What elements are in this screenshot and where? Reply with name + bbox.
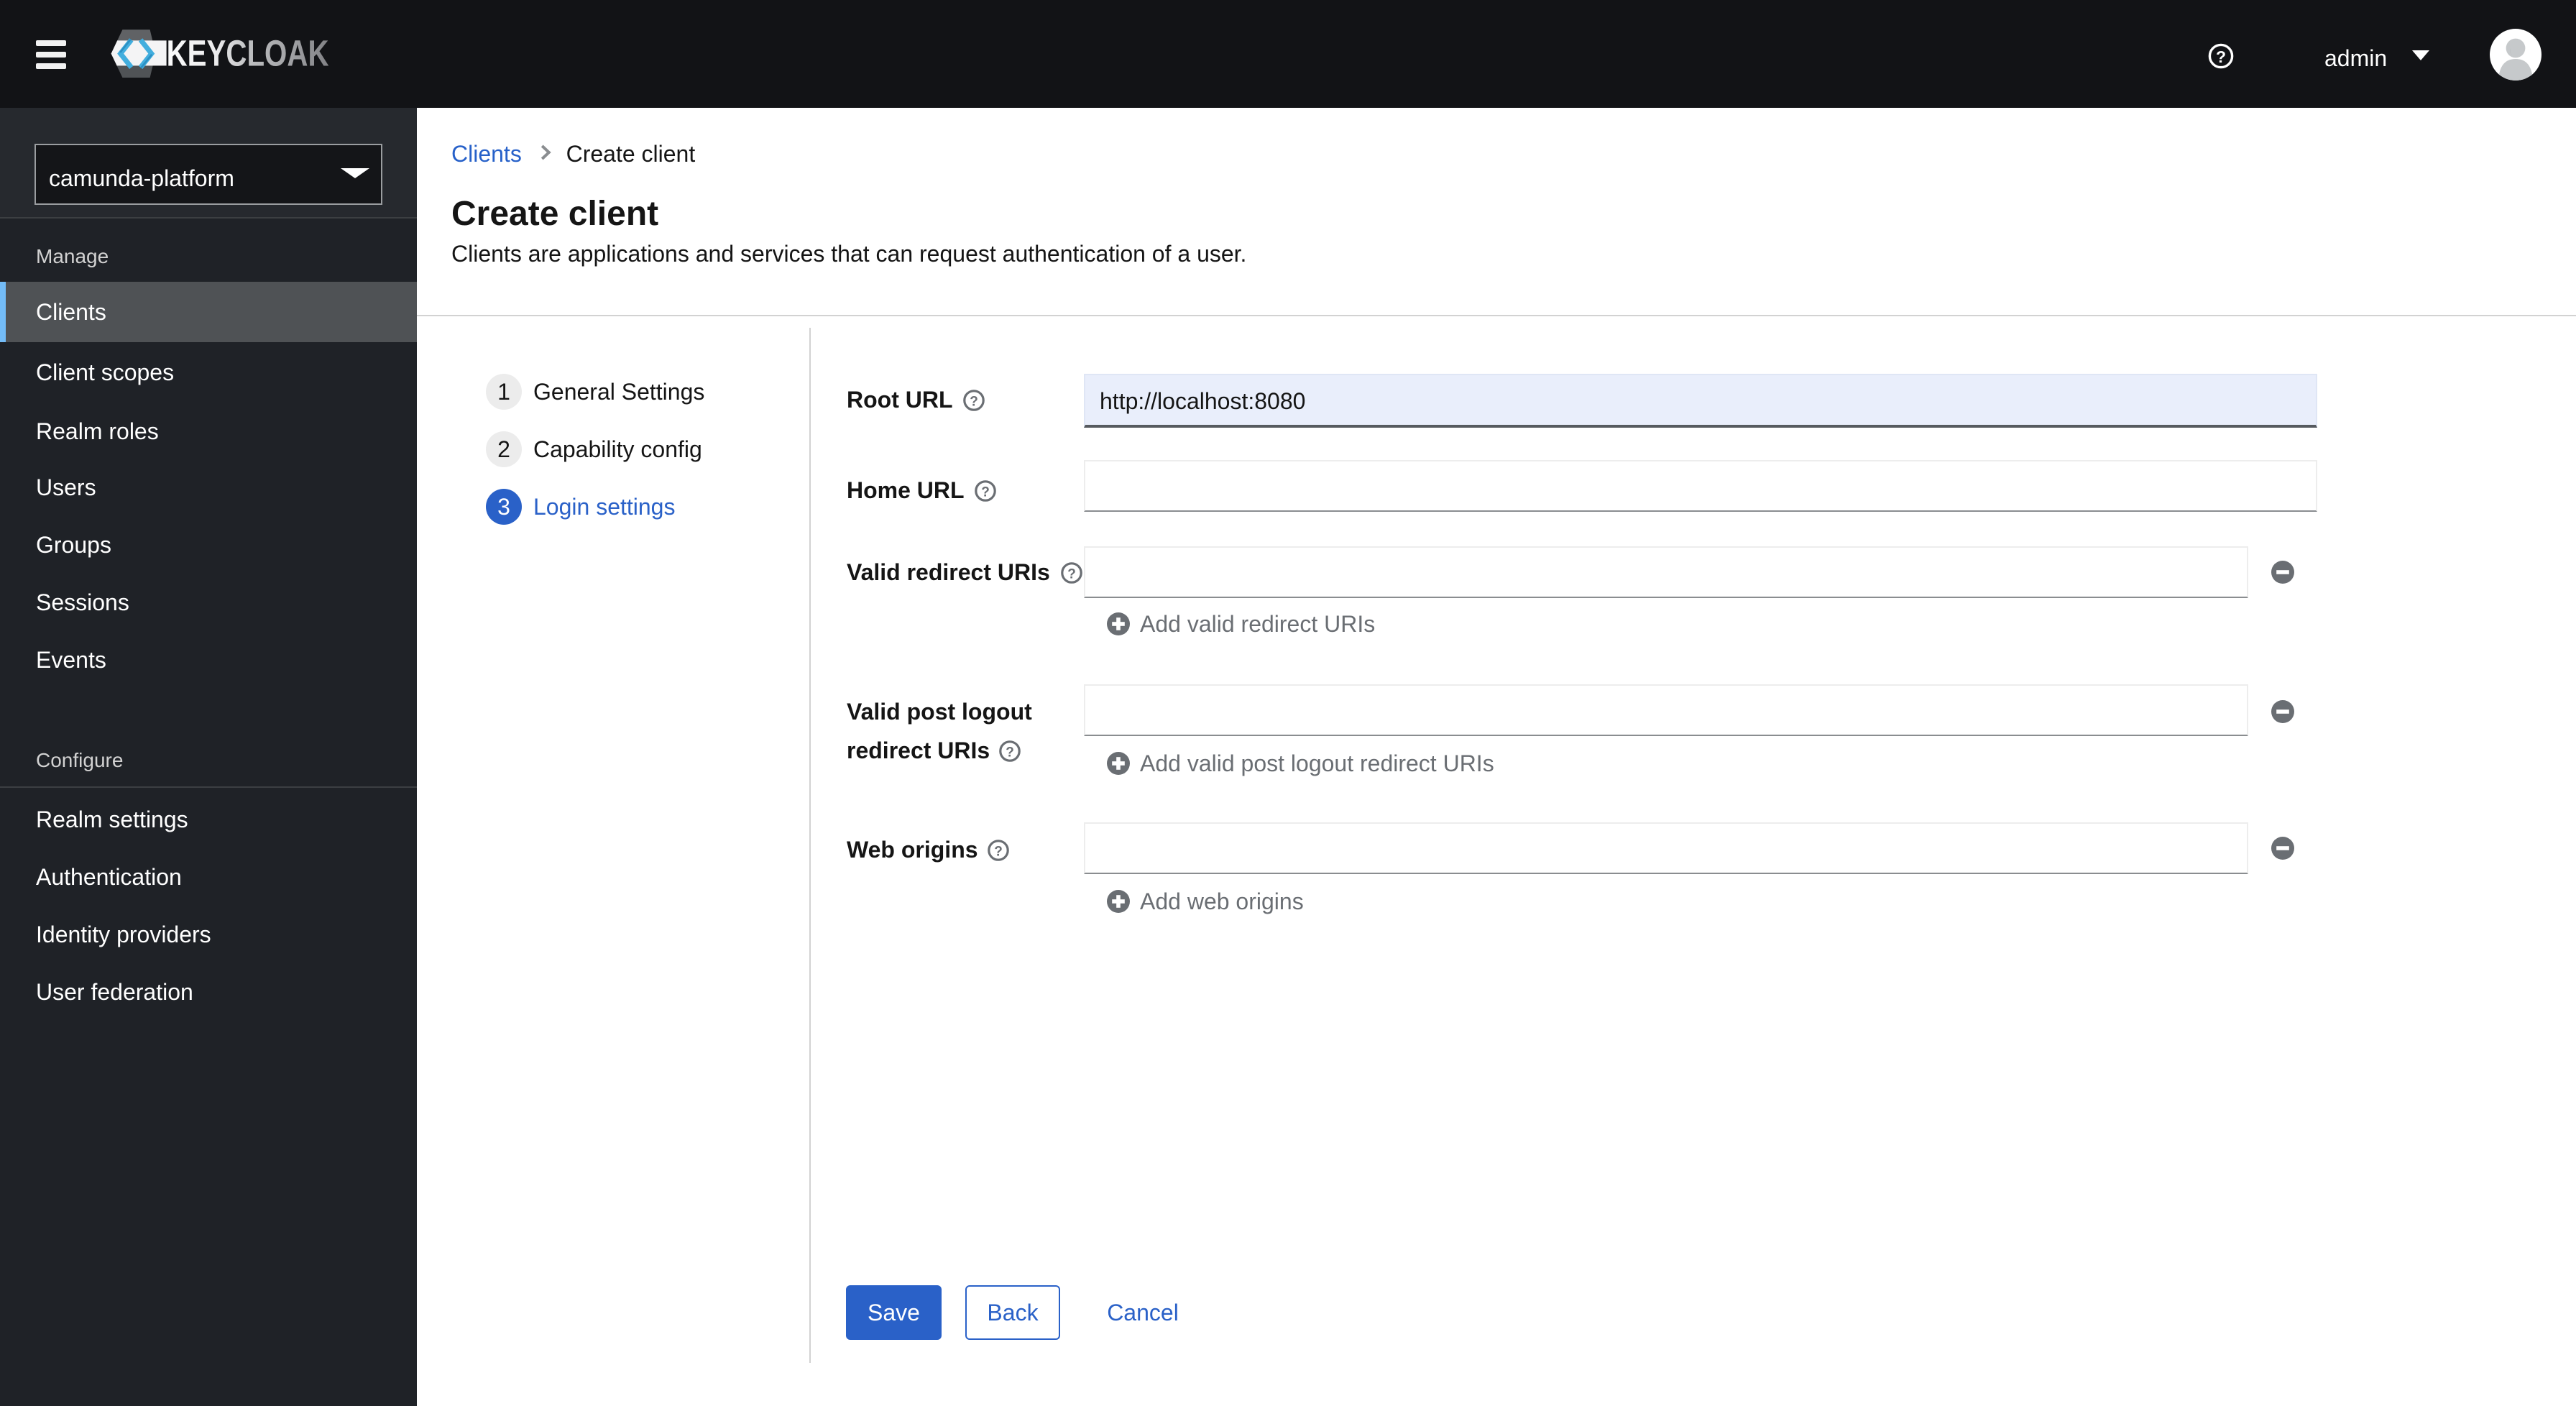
- svg-text:?: ?: [1067, 566, 1076, 582]
- svg-text:?: ?: [994, 844, 1003, 859]
- svg-text:?: ?: [1006, 745, 1014, 760]
- svg-text:?: ?: [2216, 47, 2226, 66]
- svg-text:?: ?: [970, 394, 978, 409]
- svg-text:KEYCLOAK: KEYCLOAK: [167, 32, 329, 74]
- svg-text:?: ?: [981, 484, 990, 500]
